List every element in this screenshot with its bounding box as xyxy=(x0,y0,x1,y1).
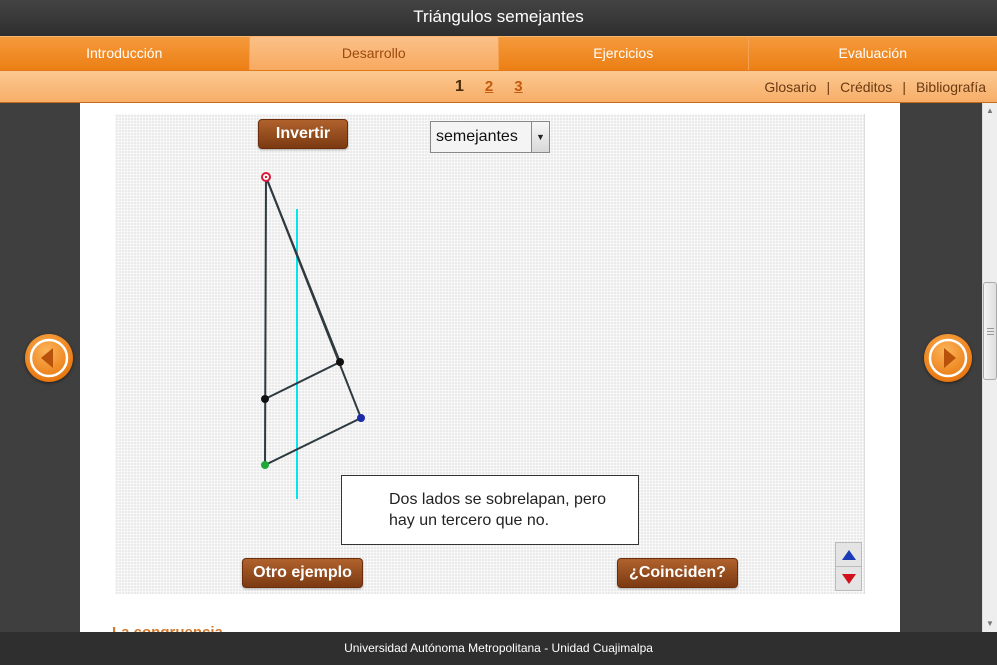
geometry-applet: Invertir semejantes ▼ Dos lados se sobre… xyxy=(115,114,865,594)
bibliografia-link[interactable]: Bibliografía xyxy=(916,79,986,95)
scroll-down-icon[interactable]: ▼ xyxy=(983,617,997,631)
tab-introduccion[interactable]: Introducción xyxy=(0,37,250,70)
page-1-link[interactable]: 1 xyxy=(455,78,464,96)
vertex-point-top-center xyxy=(264,175,268,179)
next-section-heading: La congruencia xyxy=(112,625,223,632)
grip-icon xyxy=(987,328,994,335)
message-line-2: hay un tercero que no. xyxy=(389,512,550,529)
message-box: Dos lados se sobrelapan, pero hay un ter… xyxy=(341,475,639,545)
chevron-left-icon xyxy=(29,338,69,378)
check-match-button[interactable]: ¿Coinciden? xyxy=(617,558,738,588)
triangle-up-icon xyxy=(841,549,856,560)
main-tabs: Introducción Desarrollo Ejercicios Evalu… xyxy=(0,36,997,70)
tab-ejercicios[interactable]: Ejercicios xyxy=(499,37,749,70)
chevron-right-icon xyxy=(928,338,968,378)
vertex-point-blue[interactable] xyxy=(357,414,365,422)
large-triangle xyxy=(263,176,363,467)
glosario-link[interactable]: Glosario xyxy=(764,79,816,95)
scale-stepper xyxy=(835,542,862,591)
prev-page-button[interactable] xyxy=(25,334,73,382)
content-page: Invertir semejantes ▼ Dos lados se sobre… xyxy=(80,103,900,632)
decrease-button[interactable] xyxy=(836,567,861,591)
tab-desarrollo[interactable]: Desarrollo xyxy=(249,37,499,70)
another-example-button[interactable]: Otro ejemplo xyxy=(242,558,363,588)
scroll-up-icon[interactable]: ▲ xyxy=(983,104,997,118)
link-separator: | xyxy=(902,79,906,95)
page-2-link[interactable]: 2 xyxy=(485,78,493,96)
triangle-down-icon xyxy=(841,574,856,584)
vertex-point-mid-right[interactable] xyxy=(336,358,344,366)
increase-button[interactable] xyxy=(836,543,861,567)
scrollbar-thumb[interactable] xyxy=(983,282,997,380)
pagination: 1 2 3 xyxy=(455,78,523,96)
message-line-1: Dos lados se sobrelapan, pero xyxy=(389,491,607,508)
page-3-link[interactable]: 3 xyxy=(514,78,522,96)
small-triangle xyxy=(264,176,342,400)
sub-navigation: 1 2 3 Glosario | Créditos | Bibliografía xyxy=(0,70,997,103)
app-title: Triángulos semejantes xyxy=(0,0,997,36)
vertex-point-green[interactable] xyxy=(261,461,269,469)
top-links: Glosario | Créditos | Bibliografía xyxy=(764,79,986,95)
next-page-button[interactable] xyxy=(924,334,972,382)
tab-evaluacion[interactable]: Evaluación xyxy=(749,37,997,70)
link-separator: | xyxy=(826,79,831,95)
creditos-link[interactable]: Créditos xyxy=(840,79,892,95)
footer: Universidad Autónoma Metropolitana - Uni… xyxy=(0,632,997,665)
vertex-point-mid-left[interactable] xyxy=(261,395,269,403)
